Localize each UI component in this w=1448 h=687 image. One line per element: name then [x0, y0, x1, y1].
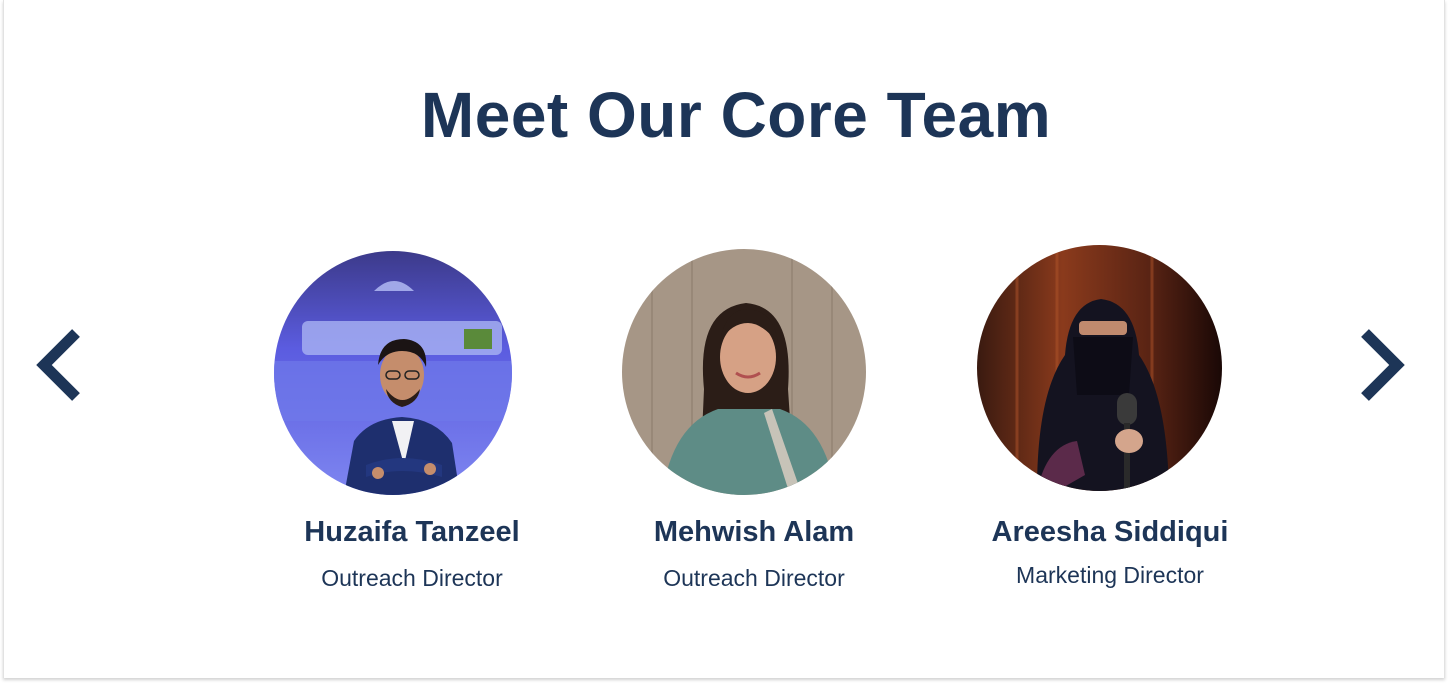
team-member-card: Huzaifa Tanzeel Outreach Director: [252, 0, 572, 620]
member-photo: [622, 249, 866, 495]
member-name: Huzaifa Tanzeel: [304, 516, 520, 548]
member-name: Mehwish Alam: [653, 516, 855, 548]
chevron-right-icon: [1361, 329, 1405, 401]
team-member-card: Areesha Siddiqui Marketing Director: [950, 0, 1270, 620]
member-role: Outreach Director: [321, 565, 503, 591]
member-photo: [977, 245, 1222, 491]
member-role: Marketing Director: [1016, 562, 1204, 588]
carousel-prev-button[interactable]: [34, 327, 84, 403]
carousel-next-button[interactable]: [1357, 327, 1407, 403]
member-name: Areesha Siddiqui: [991, 516, 1229, 548]
member-role: Outreach Director: [663, 565, 845, 591]
chevron-left-icon: [36, 329, 80, 401]
team-member-card: Mehwish Alam Outreach Director: [594, 0, 914, 620]
member-photo: [274, 251, 512, 495]
